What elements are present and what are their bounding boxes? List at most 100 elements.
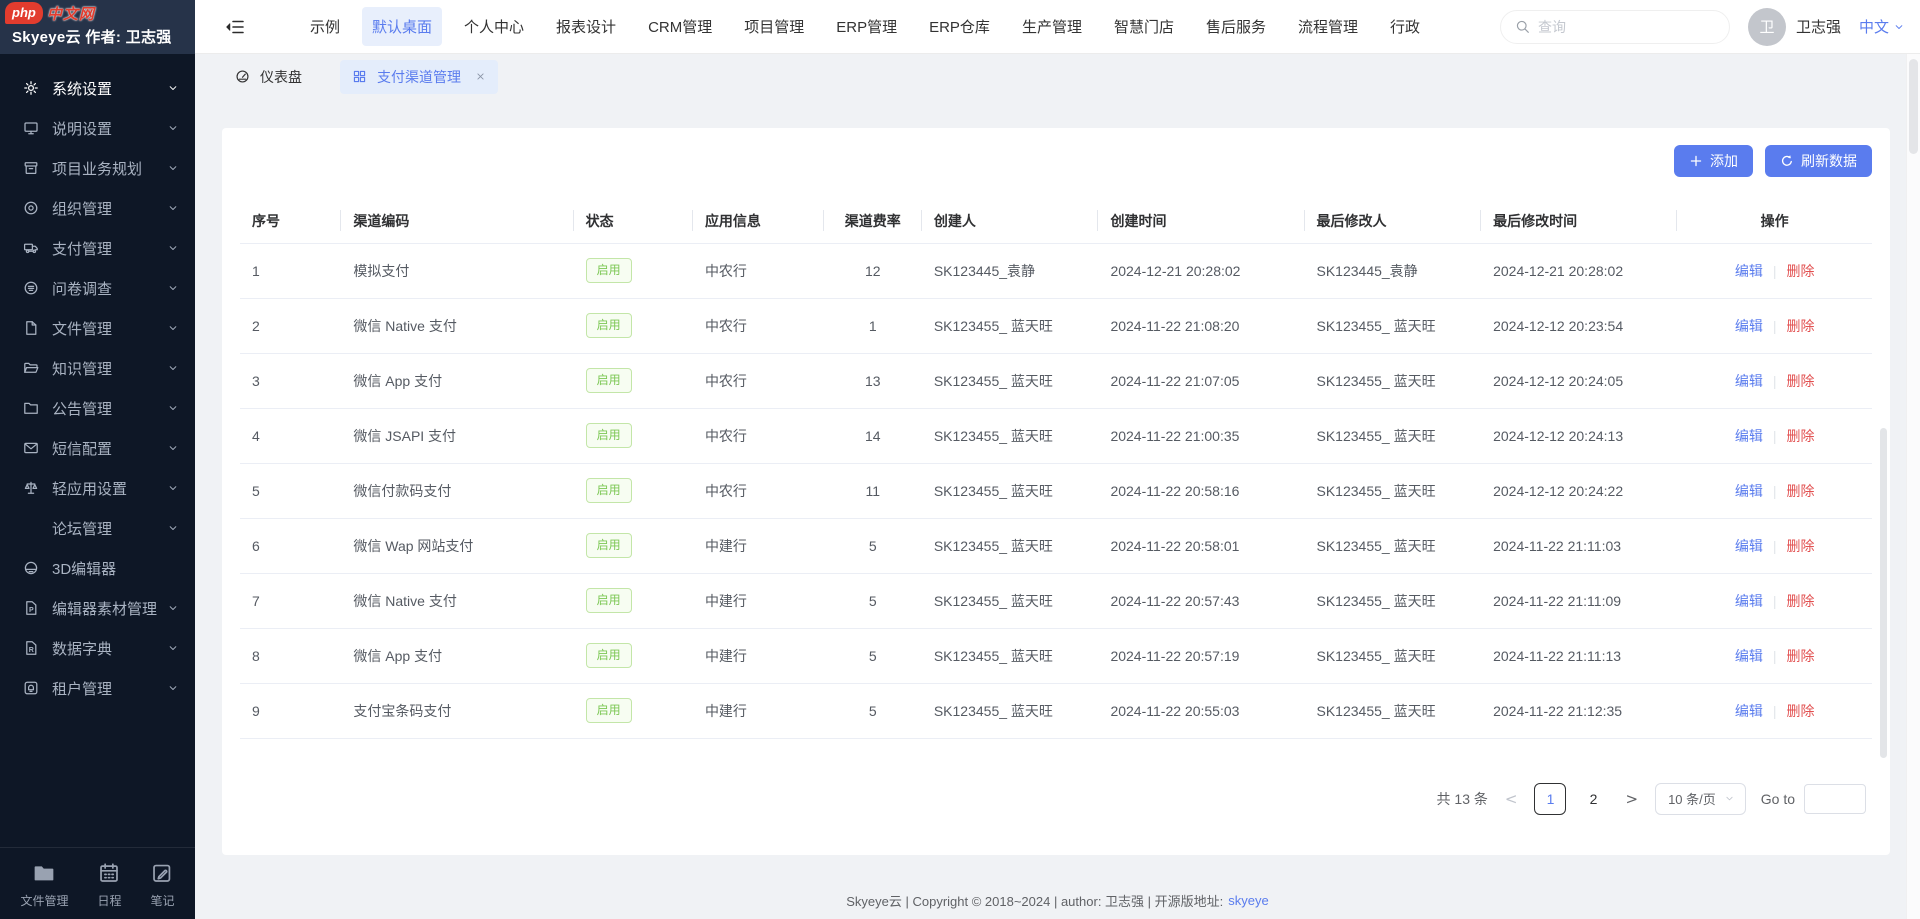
- sidebar-item-label: 系统设置: [52, 78, 167, 99]
- sidebar-item-8[interactable]: 公告管理: [0, 388, 195, 428]
- cell-status: 启用: [574, 683, 693, 738]
- sidebar-item-10[interactable]: 轻应用设置: [0, 468, 195, 508]
- cell-rate: 5: [824, 628, 922, 683]
- sidebar-item-12[interactable]: 3D编辑器: [0, 548, 195, 588]
- add-button[interactable]: 添加: [1674, 145, 1753, 177]
- cell-code: 支付宝条码支付: [341, 683, 573, 738]
- edit-link[interactable]: 编辑: [1735, 538, 1763, 554]
- nav-item-11[interactable]: 流程管理: [1288, 7, 1368, 46]
- sidebar-item-label: 短信配置: [52, 438, 167, 459]
- sidebar-item-5[interactable]: 问卷调查: [0, 268, 195, 308]
- toolbar: 添加 刷新数据: [240, 145, 1872, 177]
- goto-page-input[interactable]: [1804, 784, 1866, 814]
- nav-item-5[interactable]: 项目管理: [734, 7, 814, 46]
- action-divider: |: [1773, 483, 1777, 499]
- sidebar-item-2[interactable]: 项目业务规划: [0, 148, 195, 188]
- nav-item-3[interactable]: 报表设计: [546, 7, 626, 46]
- nav-item-9[interactable]: 智慧门店: [1104, 7, 1184, 46]
- sidebar-item-6[interactable]: 文件管理: [0, 308, 195, 348]
- pagination-page-2[interactable]: 2: [1578, 784, 1608, 814]
- sidebar-item-4[interactable]: 支付管理: [0, 228, 195, 268]
- edit-link[interactable]: 编辑: [1735, 648, 1763, 664]
- chevron-down-icon: [167, 642, 179, 654]
- sidebar-item-9[interactable]: 短信配置: [0, 428, 195, 468]
- nav-item-6[interactable]: ERP管理: [826, 7, 907, 46]
- delete-link[interactable]: 删除: [1786, 318, 1814, 334]
- table-scrollbar[interactable]: [1880, 428, 1887, 758]
- tab-dashboard[interactable]: 仪表盘: [223, 60, 314, 94]
- sidebar-item-14[interactable]: R数据字典: [0, 628, 195, 668]
- delete-link[interactable]: 删除: [1786, 538, 1814, 554]
- search-input[interactable]: [1538, 19, 1715, 35]
- tab-payment-channel[interactable]: 支付渠道管理: [340, 60, 498, 94]
- page-scrollbar-thumb[interactable]: [1909, 59, 1918, 154]
- edit-link[interactable]: 编辑: [1735, 483, 1763, 499]
- column-header-3: 应用信息: [693, 199, 824, 243]
- search-box[interactable]: [1500, 10, 1730, 44]
- nav-item-4[interactable]: CRM管理: [638, 7, 722, 46]
- pagination-next-icon[interactable]: >: [1623, 790, 1640, 808]
- sidebar-item-3[interactable]: 组织管理: [0, 188, 195, 228]
- nav-item-7[interactable]: ERP仓库: [919, 7, 1000, 46]
- nav-item-2[interactable]: 个人中心: [454, 7, 534, 46]
- cell-modifier: SK123455_ 蓝天旺: [1305, 518, 1482, 573]
- sidebar-item-15[interactable]: 租户管理: [0, 668, 195, 708]
- sidebar-item-1[interactable]: 说明设置: [0, 108, 195, 148]
- status-badge: 启用: [586, 313, 632, 337]
- sidebar-item-label: 项目业务规划: [52, 158, 167, 179]
- delete-link[interactable]: 删除: [1786, 703, 1814, 719]
- edit-link[interactable]: 编辑: [1735, 703, 1763, 719]
- page-scrollbar[interactable]: [1906, 54, 1920, 919]
- delete-link[interactable]: 删除: [1786, 428, 1814, 444]
- close-tab-icon[interactable]: [475, 71, 486, 82]
- edit-link[interactable]: 编辑: [1735, 593, 1763, 609]
- nav-item-1[interactable]: 默认桌面: [362, 7, 442, 46]
- sidebar-item-13[interactable]: P编辑器素材管理: [0, 588, 195, 628]
- nav-item-10[interactable]: 售后服务: [1196, 7, 1276, 46]
- table-row-0: 1模拟支付启用中农行12SK123445_袁静2024-12-21 20:28:…: [240, 243, 1872, 298]
- delete-link[interactable]: 删除: [1786, 593, 1814, 609]
- cell-no: 3: [240, 353, 341, 408]
- footer-link[interactable]: skyeye: [1228, 893, 1268, 908]
- cell-app: 中农行: [693, 243, 824, 298]
- cell-code: 微信 JSAPI 支付: [341, 408, 573, 463]
- language-switcher[interactable]: 中文: [1859, 16, 1905, 37]
- delete-link[interactable]: 删除: [1786, 373, 1814, 389]
- nav-item-12[interactable]: 行政: [1380, 7, 1430, 46]
- cell-modified: 2024-11-22 21:12:35: [1481, 683, 1677, 738]
- column-header-7: 最后修改人: [1305, 199, 1482, 243]
- sidebar-shortcut-2[interactable]: 笔记: [150, 862, 174, 909]
- sidebar-item-label: 3D编辑器: [52, 558, 179, 579]
- sidebar-item-7[interactable]: 知识管理: [0, 348, 195, 388]
- sidebar-item-11[interactable]: 论坛管理: [0, 508, 195, 548]
- nav-item-8[interactable]: 生产管理: [1012, 7, 1092, 46]
- tab-bar: 仪表盘 支付渠道管理: [195, 54, 1920, 99]
- pagination-prev-icon[interactable]: <: [1503, 790, 1520, 808]
- cell-app: 中建行: [693, 573, 824, 628]
- collapse-sidebar-icon[interactable]: [225, 17, 245, 37]
- nav-item-0[interactable]: 示例: [300, 7, 350, 46]
- edit-link[interactable]: 编辑: [1735, 263, 1763, 279]
- sidebar-item-0[interactable]: 系统设置: [0, 68, 195, 108]
- cell-no: 4: [240, 408, 341, 463]
- edit-link[interactable]: 编辑: [1735, 373, 1763, 389]
- edit-link[interactable]: 编辑: [1735, 428, 1763, 444]
- delete-link[interactable]: 删除: [1786, 483, 1814, 499]
- sidebar-shortcut-0[interactable]: 文件管理: [20, 862, 68, 909]
- cell-no: 7: [240, 573, 341, 628]
- pagination-total: 共 13 条: [1437, 789, 1488, 809]
- delete-link[interactable]: 删除: [1786, 648, 1814, 664]
- avatar[interactable]: 卫: [1748, 8, 1786, 46]
- chevron-down-icon: [1893, 21, 1905, 33]
- sidebar-shortcut-1[interactable]: 日程: [97, 862, 121, 909]
- delete-link[interactable]: 删除: [1786, 263, 1814, 279]
- goto-page: Go to: [1761, 784, 1866, 814]
- page-size-select[interactable]: 10 条/页: [1655, 783, 1746, 815]
- refresh-button[interactable]: 刷新数据: [1765, 145, 1872, 177]
- shortcut-label: 笔记: [150, 892, 174, 909]
- pagination-pages: 12: [1534, 783, 1608, 815]
- pagination-page-1[interactable]: 1: [1534, 783, 1566, 815]
- cell-rate: 5: [824, 683, 922, 738]
- scales-icon: [22, 480, 40, 496]
- edit-link[interactable]: 编辑: [1735, 318, 1763, 334]
